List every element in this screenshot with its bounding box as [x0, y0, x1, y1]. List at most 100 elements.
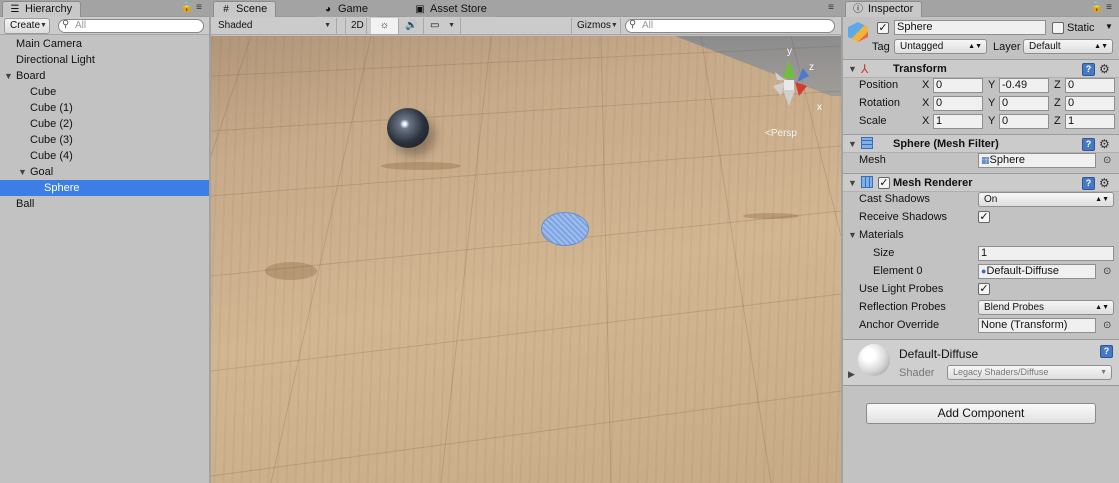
mesh-filter-header[interactable]: ▼ Sphere (Mesh Filter) ? ⚙: [843, 134, 1119, 153]
hierarchy-item-cube-3[interactable]: Cube (3): [0, 132, 209, 148]
effects-dropdown[interactable]: ▭ ▼: [425, 18, 461, 34]
rotation-y-field[interactable]: 0: [999, 96, 1049, 111]
position-z-field[interactable]: 0: [1065, 78, 1115, 93]
create-button[interactable]: Create ▼: [4, 18, 50, 34]
mesh-filter-title: Sphere (Mesh Filter): [893, 138, 999, 150]
tag-label: Tag: [872, 41, 890, 53]
tag-dropdown[interactable]: Untagged ▲▼: [894, 39, 987, 54]
static-checkbox[interactable]: [1052, 22, 1064, 34]
hierarchy-item-cube[interactable]: Cube: [0, 84, 209, 100]
mesh-renderer-header[interactable]: ▼ ✓ Mesh Renderer ? ⚙: [843, 173, 1119, 192]
goal-sphere-object[interactable]: [541, 212, 589, 246]
scale-y-field[interactable]: 0: [999, 114, 1049, 129]
tab-hierarchy-label: Hierarchy: [25, 3, 73, 15]
shader-dropdown[interactable]: Legacy Shaders/Diffuse ▼: [947, 365, 1112, 380]
help-icon[interactable]: ?: [1082, 177, 1095, 190]
scale-x-field[interactable]: 1: [933, 114, 983, 129]
scene-search-input[interactable]: ⚲ All: [625, 19, 835, 33]
gizmos-label: Gizmos: [577, 20, 611, 31]
hierarchy-item-directional-light[interactable]: Directional Light: [0, 52, 209, 68]
image-icon: ▭: [430, 20, 440, 31]
gear-icon[interactable]: ⚙: [1099, 176, 1110, 190]
reflection-probes-dropdown[interactable]: Blend Probes ▲▼: [978, 300, 1114, 315]
object-picker-icon[interactable]: ⊙: [1103, 266, 1111, 277]
foldout-collapsed-icon[interactable]: ▶: [848, 369, 855, 380]
hierarchy-item-main-camera[interactable]: Main Camera: [0, 36, 209, 52]
tab-game[interactable]: ◕ Game: [315, 1, 377, 17]
element0-row: Element 0 ●Default-Diffuse ⊙: [843, 263, 1119, 281]
panel-menu-icon[interactable]: 🔒≡: [1091, 2, 1115, 13]
help-icon[interactable]: ?: [1082, 138, 1095, 151]
foldout-expanded-icon[interactable]: ▼: [848, 230, 857, 240]
materials-row[interactable]: ▼ Materials: [843, 227, 1119, 245]
gizmos-dropdown[interactable]: Gizmos ▼: [571, 18, 621, 34]
tab-hierarchy[interactable]: ☰ Hierarchy: [2, 1, 82, 17]
tab-inspector[interactable]: ⓘ Inspector: [845, 1, 923, 17]
receive-shadows-row: Receive Shadows ✓: [843, 209, 1119, 227]
ball-object[interactable]: [387, 108, 429, 148]
hierarchy-tabstrip: ☰ Hierarchy 🔒≡: [0, 0, 209, 17]
position-label: Position: [859, 79, 899, 91]
sun-icon: ☼: [379, 20, 390, 31]
orientation-gizmo[interactable]: y z x: [759, 42, 829, 122]
object-picker-icon[interactable]: ⊙: [1103, 155, 1111, 166]
foldout-expanded-icon[interactable]: ▼: [4, 68, 13, 84]
help-icon[interactable]: ?: [1100, 345, 1113, 358]
receive-shadows-checkbox[interactable]: ✓: [978, 211, 990, 223]
mesh-row: Mesh ▦Sphere ⊙: [843, 152, 1119, 170]
add-component-button[interactable]: Add Component: [866, 403, 1096, 424]
cast-shadows-dropdown[interactable]: On ▲▼: [978, 192, 1114, 207]
mesh-value: Sphere: [989, 154, 1025, 166]
hierarchy-item-goal[interactable]: ▼ Goal: [0, 164, 209, 180]
info-icon: ⓘ: [853, 4, 863, 15]
hierarchy-item-cube-4[interactable]: Cube (4): [0, 148, 209, 164]
shading-mode-dropdown[interactable]: Shaded ▼: [213, 18, 337, 34]
hierarchy-item-sphere[interactable]: Sphere: [0, 180, 209, 196]
hierarchy-item-cube-2[interactable]: Cube (2): [0, 116, 209, 132]
audio-toggle-button[interactable]: 🔊: [400, 18, 424, 34]
hierarchy-tree: Main Camera Directional Light ▼ Board Cub…: [0, 36, 209, 212]
gear-icon[interactable]: ⚙: [1099, 137, 1110, 151]
transform-header[interactable]: ▼ ⅄ Transform ? ⚙: [843, 59, 1119, 78]
position-y-field[interactable]: -0.49: [999, 78, 1049, 93]
scene-viewport[interactable]: y z x <Persp: [211, 36, 841, 483]
position-x-field[interactable]: 0: [933, 78, 983, 93]
projection-label[interactable]: <Persp: [765, 128, 797, 139]
active-checkbox[interactable]: ✓: [877, 22, 889, 34]
hierarchy-search-input[interactable]: ⚲ All: [58, 19, 204, 33]
rotation-x-field[interactable]: 0: [933, 96, 983, 111]
foldout-expanded-icon[interactable]: ▼: [848, 178, 857, 188]
hierarchy-item-ball[interactable]: Ball: [0, 196, 209, 212]
anchor-override-field[interactable]: None (Transform): [978, 318, 1096, 333]
scale-z-field[interactable]: 1: [1065, 114, 1115, 129]
mesh-field[interactable]: ▦Sphere: [978, 153, 1096, 168]
axis-y-label: Y: [988, 97, 996, 109]
panel-menu-icon[interactable]: ≡: [828, 2, 837, 13]
gear-icon[interactable]: ⚙: [1099, 62, 1110, 76]
2d-toggle-button[interactable]: 2D: [345, 18, 367, 34]
chevron-down-icon[interactable]: ▼: [1105, 22, 1113, 31]
light-probes-checkbox[interactable]: ✓: [978, 283, 990, 295]
hierarchy-item-cube-1[interactable]: Cube (1): [0, 100, 209, 116]
hierarchy-item-label: Sphere: [44, 182, 80, 194]
add-component-label: Add Component: [937, 406, 1025, 420]
hierarchy-item-board[interactable]: ▼ Board: [0, 68, 209, 84]
tab-scene[interactable]: # Scene: [213, 1, 277, 17]
materials-size-field[interactable]: 1: [978, 246, 1114, 261]
foldout-expanded-icon[interactable]: ▼: [848, 64, 857, 74]
foldout-expanded-icon[interactable]: ▼: [848, 139, 857, 149]
object-picker-icon[interactable]: ⊙: [1103, 320, 1111, 331]
lighting-toggle-button[interactable]: ☼: [371, 18, 399, 34]
tab-game-label: Game: [338, 3, 368, 15]
tab-asset-store[interactable]: ▣ Asset Store: [407, 1, 496, 17]
layer-dropdown[interactable]: Default ▲▼: [1023, 39, 1113, 54]
mesh-renderer-enabled-checkbox[interactable]: ✓: [878, 177, 890, 189]
rotation-z-field[interactable]: 0: [1065, 96, 1115, 111]
foldout-expanded-icon[interactable]: ▼: [18, 164, 27, 180]
panel-menu-icon[interactable]: 🔒≡: [181, 2, 205, 13]
object-name-field[interactable]: Sphere: [894, 20, 1046, 35]
floor-grid: [211, 36, 841, 483]
help-icon[interactable]: ?: [1082, 63, 1095, 76]
list-icon: ☰: [10, 4, 20, 15]
element0-field[interactable]: ●Default-Diffuse: [978, 264, 1096, 279]
